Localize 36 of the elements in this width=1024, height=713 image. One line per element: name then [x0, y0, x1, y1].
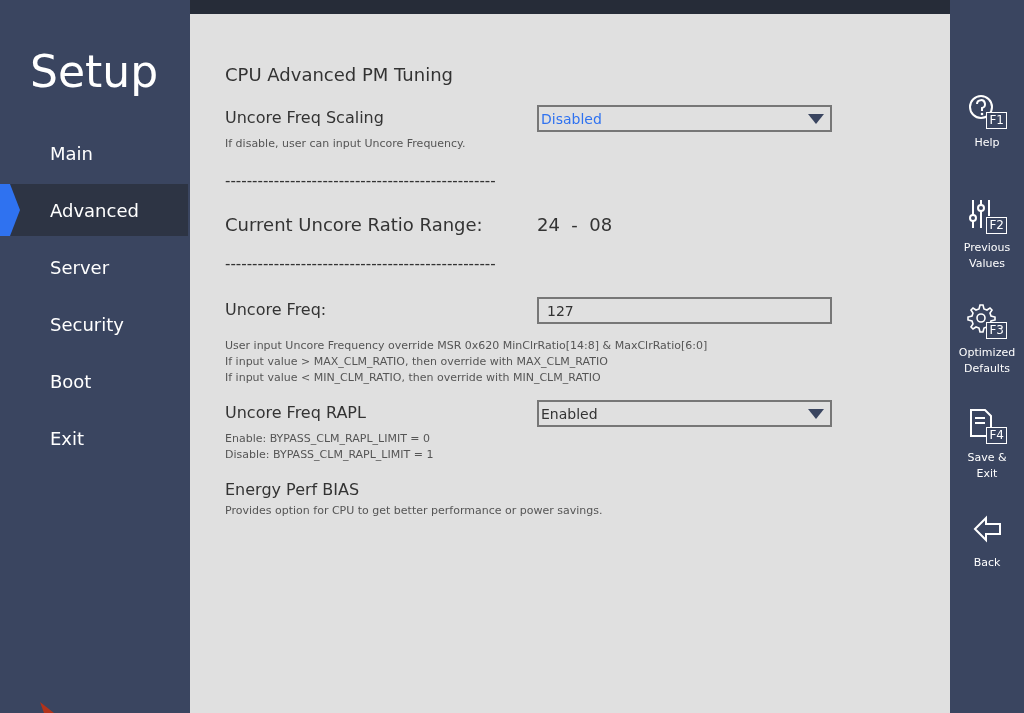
menu-tab[interactable]: Exit: [0, 412, 188, 464]
setting-label: Uncore Freq RAPL: [225, 402, 367, 422]
dashed-separator: --------------------------------------------------: [225, 172, 497, 190]
menu-tab[interactable]: Advanced: [0, 184, 188, 236]
menu-tab[interactable]: Boot: [0, 355, 188, 407]
action-button[interactable]: F2 Previous Values: [950, 197, 1024, 302]
cursor-icon: [38, 702, 54, 713]
menu-tab[interactable]: Security: [0, 298, 188, 350]
back-arrow-icon: [972, 513, 1002, 545]
setting-label: Uncore Freq Scaling: [225, 107, 385, 127]
key-label: F2: [986, 217, 1007, 234]
setting-label: Energy Perf BIAS: [225, 479, 361, 499]
action-button[interactable]: F3 Optimized Defaults: [950, 302, 1024, 407]
key-label: F1: [986, 112, 1007, 129]
caret-icon: [808, 408, 824, 419]
caret-icon: [808, 113, 824, 124]
selection-marker-icon: [0, 184, 20, 236]
action-button[interactable]: Back: [950, 512, 1024, 617]
input-field[interactable]: 127: [537, 297, 832, 324]
range-value: 24 - 08: [537, 214, 613, 235]
menu-tab[interactable]: Server: [0, 241, 188, 293]
action-button[interactable]: F1 Help: [950, 92, 1024, 197]
dropdown[interactable]: Enabled: [537, 400, 832, 427]
page-title: CPU Advanced PM Tuning: [225, 64, 454, 85]
help-text: Provides option for CPU to get better performance or power savings.: [225, 503, 604, 519]
help-text: Enable: BYPASS_CLM_RAPL_LIMIT = 0 Disable: BYPASS_CLM_RAPL_LIMIT = 1: [225, 431, 435, 463]
range-label: Current Uncore Ratio Range:: [225, 214, 484, 235]
menu-tab[interactable]: Main: [0, 127, 188, 179]
action-button[interactable]: F4 Save & Exit: [950, 407, 1024, 512]
dashed-separator: --------------------------------------------------: [225, 255, 497, 273]
setup-title: Setup: [30, 46, 159, 97]
key-label: F4: [986, 427, 1007, 444]
key-label: F3: [986, 322, 1007, 339]
help-text: If disable, user can input Uncore Frequency.: [225, 136, 467, 152]
help-text: User input Uncore Frequency override MSR 0x620 MinClrRatio[14:8] & MaxClrRatio[6:0] If input value > MAX_CLM_RATIO, then override with MAX_CLM_RATIO If input value < MIN_CLM_RATIO, then override with MIN_CLM_RATIO: [225, 338, 709, 386]
setting-label: Uncore Freq:: [225, 299, 328, 319]
